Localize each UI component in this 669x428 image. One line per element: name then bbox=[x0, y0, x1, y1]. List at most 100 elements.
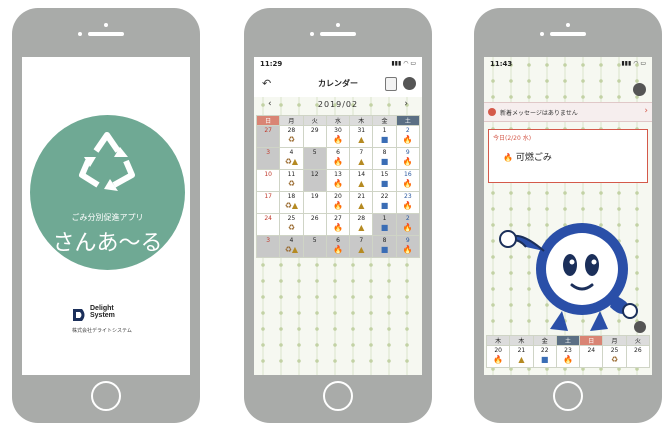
calendar-day-cell[interactable]: 5 bbox=[302, 147, 327, 170]
calendar-day-cell[interactable]: 15 ■ bbox=[372, 169, 397, 192]
day-number: 8 bbox=[382, 149, 387, 156]
calendar-day-cell[interactable]: 20 🔥 bbox=[325, 191, 351, 214]
menu-icon[interactable] bbox=[633, 83, 646, 96]
calendar-day-cell[interactable]: 7 ▲ bbox=[349, 147, 374, 170]
day-number: 22 bbox=[380, 193, 389, 200]
calendar-day-cell[interactable]: 1 ■ bbox=[372, 213, 397, 236]
calendar-day-cell[interactable]: 30 🔥 bbox=[325, 125, 351, 148]
chevron-right-icon: › bbox=[644, 106, 648, 116]
day-number: 24 bbox=[587, 347, 596, 354]
week-day-cell[interactable]: 24 bbox=[579, 345, 604, 368]
day-number: 3 bbox=[266, 237, 271, 244]
calendar-day-cell[interactable]: 27 🔥 bbox=[325, 213, 351, 236]
week-day-cell[interactable]: 20 🔥 bbox=[485, 345, 511, 368]
calendar-day-cell[interactable]: 7 ▲ bbox=[349, 235, 374, 258]
weekday-header: 木 bbox=[509, 335, 534, 346]
week-day-cell[interactable]: 22 ■ bbox=[532, 345, 557, 368]
calendar-day-cell[interactable]: 27 bbox=[255, 125, 281, 148]
bottle-icon: ♻ bbox=[287, 135, 295, 144]
calendar-day-cell[interactable]: 31 ▲ bbox=[349, 125, 374, 148]
month-label: 2019/02 bbox=[317, 100, 359, 109]
day-number: 28 bbox=[357, 215, 366, 222]
day-number: 31 bbox=[357, 127, 366, 134]
calendar-day-cell[interactable]: 23 🔥 bbox=[395, 191, 421, 214]
calendar-day-cell[interactable]: 6 🔥 bbox=[325, 147, 351, 170]
calendar-day-cell[interactable]: 6 🔥 bbox=[325, 235, 351, 258]
speaker-grille bbox=[550, 32, 586, 36]
day-number: 8 bbox=[382, 237, 387, 244]
sensor-dot bbox=[78, 32, 82, 36]
logo-line2: System bbox=[90, 312, 115, 319]
burn-icon: 🔥 bbox=[563, 355, 573, 364]
calendar-day-cell[interactable]: 1 ■ bbox=[372, 125, 397, 148]
phone-calendar: 11:29 ▮▮▮ ◠ ▭ ↶ カレンダー ‹ 2019/02 › 日月火水木金… bbox=[244, 8, 432, 423]
day-number: 19 bbox=[310, 193, 319, 200]
settings-icon[interactable] bbox=[634, 321, 646, 333]
app-tagline: ごみ分別促進アプリ bbox=[71, 213, 144, 222]
home-button[interactable] bbox=[323, 381, 353, 411]
calendar-day-cell[interactable]: 16 🔥 bbox=[395, 169, 421, 192]
week-strip: 木木金土日月火 20 🔥 21 ▲ 22 ■ 23 🔥 24 25 ♻ 26 bbox=[485, 335, 651, 368]
calendar-day-cell[interactable]: 29 bbox=[302, 125, 327, 148]
day-number: 26 bbox=[310, 215, 319, 222]
calendar-day-cell[interactable]: 3 bbox=[255, 147, 281, 170]
day-number: 25 bbox=[610, 347, 619, 354]
home-button[interactable] bbox=[91, 381, 121, 411]
calendar-day-cell[interactable]: 22 ■ bbox=[372, 191, 397, 214]
week-day-cell[interactable]: 26 bbox=[625, 345, 651, 368]
burn-icon: 🔥 bbox=[333, 201, 343, 210]
speaker-grille bbox=[320, 32, 356, 36]
front-camera bbox=[336, 23, 340, 27]
today-card[interactable]: 今日(2/20 水) 🔥 可燃ごみ bbox=[488, 129, 648, 183]
calendar-day-cell[interactable]: 19 bbox=[302, 191, 327, 214]
day-number: 30 bbox=[334, 127, 342, 134]
calendar-day-cell[interactable]: 8 ■ bbox=[372, 235, 397, 258]
calendar-week-row: 17 18 ♻▲ 19 20 🔥 21 ▲ 22 ■ 23 🔥 bbox=[255, 191, 421, 214]
status-icons: ▮▮▮ ◠ ▭ bbox=[621, 60, 646, 67]
calendar-day-cell[interactable]: 25 ♻ bbox=[279, 213, 304, 236]
pet-icon: ■ bbox=[380, 157, 389, 166]
calendar-day-cell[interactable]: 28 ▲ bbox=[349, 213, 374, 236]
calendar-day-cell[interactable]: 28 ♻ bbox=[279, 125, 304, 148]
calendar-day-cell[interactable]: 21 ▲ bbox=[349, 191, 374, 214]
home-button[interactable] bbox=[553, 381, 583, 411]
calendar-day-cell[interactable]: 9 🔥 bbox=[395, 235, 421, 258]
calendar-day-cell[interactable]: 17 bbox=[255, 191, 281, 214]
week-day-cell[interactable]: 21 ▲ bbox=[509, 345, 534, 368]
calendar-day-cell[interactable]: 10 bbox=[255, 169, 281, 192]
week-day-cell[interactable]: 23 🔥 bbox=[555, 345, 581, 368]
calendar-day-cell[interactable]: 14 ▲ bbox=[349, 169, 374, 192]
calendar-day-cell[interactable]: 13 🔥 bbox=[325, 169, 351, 192]
day-number: 15 bbox=[380, 171, 389, 178]
calendar-day-cell[interactable]: 26 bbox=[302, 213, 327, 236]
calendar-day-cell[interactable]: 11 ♻ bbox=[279, 169, 304, 192]
message-bar[interactable]: 新着メッセージはありません › bbox=[484, 102, 652, 122]
next-month-button[interactable]: › bbox=[404, 99, 408, 109]
week-day-cell[interactable]: 25 ♻ bbox=[602, 345, 627, 368]
calendar-day-cell[interactable]: 2 🔥 bbox=[395, 125, 421, 148]
bottle-icon: ♻ bbox=[610, 355, 619, 364]
memo-icon[interactable] bbox=[385, 77, 397, 91]
glass-icon: ▲ bbox=[358, 135, 365, 144]
calendar-day-cell[interactable]: 24 bbox=[255, 213, 281, 236]
status-time: 11:43 bbox=[490, 60, 513, 68]
glass-icon: ▲ bbox=[518, 355, 525, 364]
calendar-day-cell[interactable]: 18 ♻▲ bbox=[279, 191, 304, 214]
calendar-day-cell[interactable]: 4 ♻▲ bbox=[279, 235, 304, 258]
calendar-week-row: 3 4 ♻▲ 5 6 🔥 7 ▲ 8 ■ 9 🔥 bbox=[255, 147, 421, 170]
calendar-day-cell[interactable]: 8 ■ bbox=[372, 147, 397, 170]
calendar-week-row: 3 4 ♻▲ 5 6 🔥 7 ▲ 8 ■ 9 🔥 bbox=[255, 235, 421, 258]
day-number: 1 bbox=[382, 215, 387, 222]
phone-today: 11:43 ▮▮▮ ◠ ▭ 新着メッセージはありません › 今日(2/20 水)… bbox=[474, 8, 662, 423]
today-item-label: 可燃ごみ bbox=[515, 153, 552, 163]
today-item: 🔥 可燃ごみ bbox=[503, 150, 552, 163]
menu-icon[interactable] bbox=[403, 77, 416, 90]
calendar-day-cell[interactable]: 9 🔥 bbox=[395, 147, 421, 170]
calendar-day-cell[interactable]: 5 bbox=[302, 235, 327, 258]
calendar-day-cell[interactable]: 4 ♻▲ bbox=[279, 147, 304, 170]
calendar-week-row: 24 25 ♻ 26 27 🔥 28 ▲ 1 ■ 2 🔥 bbox=[255, 213, 421, 236]
burnable-icon: 🔥 bbox=[503, 153, 513, 162]
calendar-day-cell[interactable]: 12 bbox=[302, 169, 327, 192]
calendar-day-cell[interactable]: 3 bbox=[255, 235, 281, 258]
calendar-day-cell[interactable]: 2 🔥 bbox=[395, 213, 421, 236]
